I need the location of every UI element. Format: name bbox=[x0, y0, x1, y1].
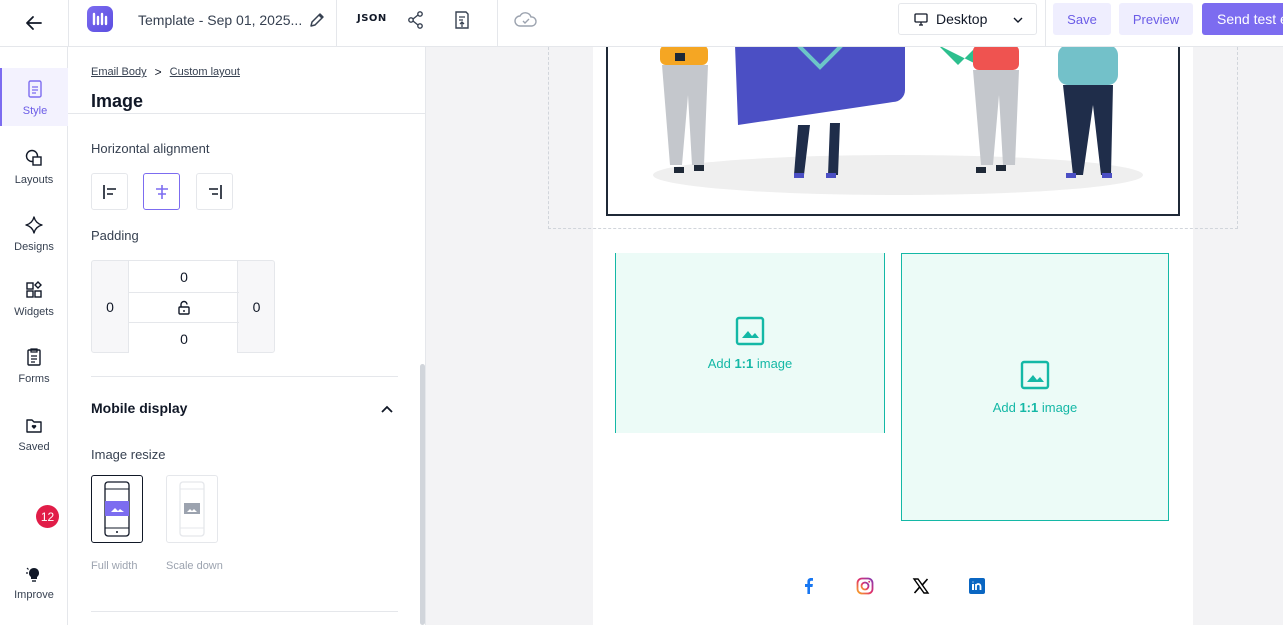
rail-item-label: Saved bbox=[18, 441, 50, 453]
app-logo bbox=[87, 6, 113, 32]
align-right-icon bbox=[208, 184, 222, 199]
rail-item-designs[interactable]: Designs bbox=[0, 204, 68, 262]
resize-option-label: Scale down bbox=[166, 560, 223, 572]
padding-right-input[interactable]: 0 bbox=[238, 261, 275, 353]
device-select[interactable]: Desktop bbox=[898, 3, 1037, 35]
mobile-display-heading[interactable]: Mobile display bbox=[91, 400, 187, 416]
divider bbox=[497, 0, 498, 46]
arrow-left-icon bbox=[26, 16, 42, 30]
share-icon[interactable] bbox=[405, 9, 427, 31]
horizontal-alignment-label: Horizontal alignment bbox=[91, 141, 210, 156]
people-illustration bbox=[653, 47, 1143, 195]
align-center-button[interactable] bbox=[143, 173, 180, 210]
phone-full-width-icon bbox=[104, 481, 130, 537]
align-left-button[interactable] bbox=[91, 173, 128, 210]
top-bar: Template - Sep 01, 2025... JSON Desktop … bbox=[0, 0, 1283, 47]
placeholder-text: Add 1:1 image bbox=[707, 355, 793, 371]
breadcrumb-email-body[interactable]: Email Body bbox=[91, 66, 147, 78]
rail-item-label: Widgets bbox=[14, 306, 54, 318]
phone-scale-down-icon bbox=[179, 481, 205, 537]
rail-item-label: Improve bbox=[14, 589, 54, 601]
rail-item-style[interactable]: Style bbox=[0, 68, 68, 126]
divider bbox=[91, 376, 398, 377]
padding-center-column: 0 0 bbox=[128, 261, 239, 354]
resize-option-label: Full width bbox=[91, 560, 138, 572]
saved-icon bbox=[26, 419, 42, 433]
email-canvas: Add 1:1 image Add 1:1 image bbox=[426, 47, 1283, 625]
json-button[interactable]: JSON bbox=[357, 13, 387, 24]
preview-button[interactable]: Preview bbox=[1119, 3, 1193, 35]
align-right-button[interactable] bbox=[196, 173, 233, 210]
rail-item-improve[interactable]: Improve bbox=[0, 552, 68, 610]
divider bbox=[68, 113, 425, 114]
rail-item-saved[interactable]: Saved bbox=[0, 404, 68, 462]
rail-item-label: Style bbox=[22, 105, 48, 117]
placeholder-text: Add 1:1 image bbox=[992, 399, 1078, 415]
facebook-icon[interactable] bbox=[798, 575, 820, 597]
rail-item-label: Forms bbox=[18, 373, 50, 385]
hero-image[interactable] bbox=[606, 47, 1180, 216]
x-icon[interactable] bbox=[910, 575, 932, 597]
divider bbox=[336, 0, 337, 46]
align-left-icon bbox=[102, 184, 116, 199]
padding-control: 0 0 0 0 bbox=[91, 260, 275, 353]
instagram-icon[interactable] bbox=[854, 575, 876, 597]
send-test-email-button[interactable]: Send test e bbox=[1202, 3, 1283, 35]
cloud-saved-icon bbox=[513, 9, 539, 31]
device-select-value: Desktop bbox=[936, 11, 988, 27]
widgets-icon bbox=[26, 281, 42, 298]
export-document-icon[interactable] bbox=[451, 9, 473, 31]
template-name[interactable]: Template - Sep 01, 2025... bbox=[138, 12, 302, 28]
style-icon bbox=[28, 80, 42, 98]
padding-left-input[interactable]: 0 bbox=[92, 261, 128, 353]
panel-title: Image bbox=[91, 91, 144, 111]
designs-icon bbox=[25, 216, 43, 234]
rail-item-layouts[interactable]: Layouts bbox=[0, 137, 68, 195]
save-button[interactable]: Save bbox=[1053, 3, 1111, 35]
resize-full-width-option[interactable] bbox=[91, 475, 143, 543]
linkedin-icon[interactable] bbox=[966, 575, 988, 597]
image-icon bbox=[1020, 360, 1050, 389]
image-icon bbox=[735, 316, 765, 345]
rail-item-forms[interactable]: Forms bbox=[0, 336, 68, 394]
improve-count-badge: 12 bbox=[36, 505, 59, 528]
back-button[interactable] bbox=[0, 0, 69, 46]
rail-item-label: Designs bbox=[14, 241, 54, 253]
panel-scrollbar[interactable] bbox=[420, 364, 425, 625]
align-center-icon bbox=[155, 184, 168, 199]
divider bbox=[91, 611, 398, 612]
pencil-icon[interactable] bbox=[307, 10, 327, 30]
padding-top-input[interactable]: 0 bbox=[129, 261, 239, 292]
chevron-down-icon bbox=[1013, 17, 1023, 23]
rail-item-widgets[interactable]: Widgets bbox=[0, 269, 68, 327]
chevron-up-icon[interactable] bbox=[379, 401, 395, 417]
layouts-icon bbox=[25, 149, 42, 166]
divider bbox=[1045, 0, 1046, 46]
padding-lock-toggle[interactable] bbox=[129, 292, 239, 323]
image-placeholder-left[interactable]: Add 1:1 image bbox=[615, 253, 885, 433]
forms-icon bbox=[27, 348, 41, 366]
breadcrumb-custom-layout[interactable]: Custom layout bbox=[170, 66, 240, 78]
lightbulb-icon bbox=[26, 567, 39, 582]
breadcrumb: Email Body > Custom layout bbox=[91, 65, 240, 79]
monitor-icon bbox=[914, 13, 928, 26]
padding-label: Padding bbox=[91, 228, 139, 243]
breadcrumb-separator: > bbox=[154, 65, 162, 79]
left-rail: Style Layouts Designs Widgets Forms Save… bbox=[0, 47, 68, 625]
rail-item-label: Layouts bbox=[14, 174, 54, 186]
resize-scale-down-option[interactable] bbox=[166, 475, 218, 543]
unlock-icon bbox=[178, 300, 190, 315]
image-placeholder-right[interactable]: Add 1:1 image bbox=[901, 253, 1169, 521]
image-resize-label: Image resize bbox=[91, 447, 166, 462]
settings-panel: Email Body > Custom layout Image Horizon… bbox=[68, 47, 426, 625]
padding-bottom-input[interactable]: 0 bbox=[129, 323, 239, 354]
